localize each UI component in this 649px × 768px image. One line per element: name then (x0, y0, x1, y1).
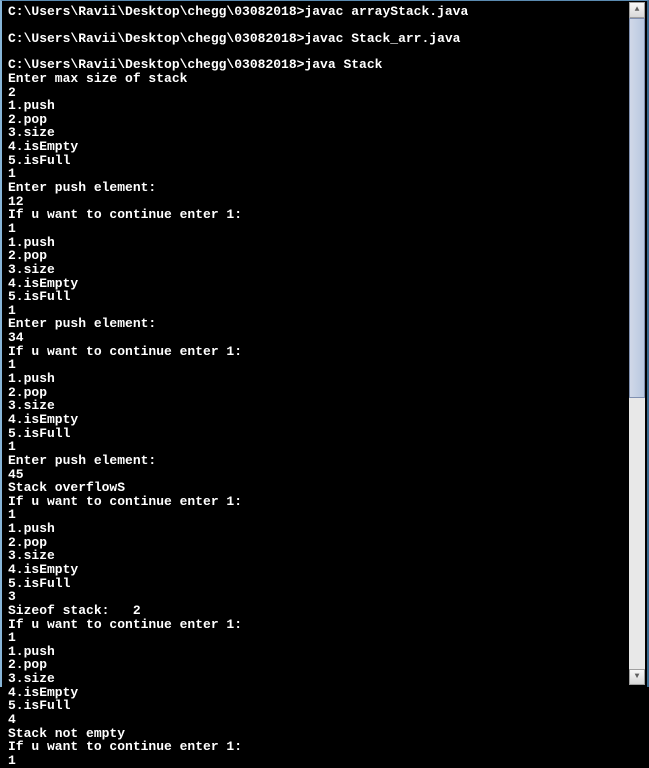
terminal-line: Sizeof stack: 2 (8, 604, 641, 618)
terminal-line: 3.size (8, 263, 641, 277)
terminal-line: If u want to continue enter 1: (8, 618, 641, 632)
terminal-line: 3.size (8, 672, 641, 686)
terminal-line: Enter push element: (8, 317, 641, 331)
terminal-line: 4.isEmpty (8, 140, 641, 154)
scroll-thumb[interactable] (629, 18, 645, 398)
terminal-line: Enter push element: (8, 454, 641, 468)
terminal-line: Stack not empty (8, 727, 641, 741)
scroll-track[interactable] (629, 18, 645, 669)
terminal-line: 2.pop (8, 658, 641, 672)
terminal-line: Stack overflowS (8, 481, 641, 495)
arrow-down-icon: ▼ (635, 673, 640, 681)
terminal-line: 3.size (8, 549, 641, 563)
terminal-line: 4 (8, 713, 641, 727)
terminal-line: 45 (8, 468, 641, 482)
scroll-up-button[interactable]: ▲ (629, 2, 645, 18)
terminal-line: 1 (8, 167, 641, 181)
terminal-line: 2 (8, 86, 641, 100)
terminal-line: 5.isFull (8, 699, 641, 713)
terminal-line: 1 (8, 358, 641, 372)
terminal-line: 1.push (8, 522, 641, 536)
terminal-line: 1 (8, 754, 641, 768)
terminal-line: 34 (8, 331, 641, 345)
terminal-line: 5.isFull (8, 577, 641, 591)
terminal-line: 4.isEmpty (8, 563, 641, 577)
terminal-line: 2.pop (8, 113, 641, 127)
terminal-line: 1.push (8, 236, 641, 250)
terminal-line: If u want to continue enter 1: (8, 495, 641, 509)
terminal-line: 1 (8, 222, 641, 236)
terminal-line: C:\Users\Ravii\Desktop\chegg\03082018>ja… (8, 32, 641, 46)
terminal-line: 12 (8, 195, 641, 209)
vertical-scrollbar[interactable]: ▲ ▼ (629, 2, 645, 685)
terminal-line: 4.isEmpty (8, 413, 641, 427)
terminal-line: 2.pop (8, 249, 641, 263)
terminal-line: C:\Users\Ravii\Desktop\chegg\03082018>ja… (8, 58, 641, 72)
blank-line (8, 19, 641, 32)
terminal-line: 4.isEmpty (8, 277, 641, 291)
terminal-line: 3 (8, 590, 641, 604)
terminal-line: 3.size (8, 399, 641, 413)
terminal-line: 3.size (8, 126, 641, 140)
terminal-line: 1 (8, 304, 641, 318)
terminal-line: Enter push element: (8, 181, 641, 195)
terminal-line: If u want to continue enter 1: (8, 740, 641, 754)
terminal-line: 1 (8, 631, 641, 645)
terminal-output[interactable]: C:\Users\Ravii\Desktop\chegg\03082018>ja… (8, 5, 641, 768)
terminal-line: 1.push (8, 372, 641, 386)
scroll-down-button[interactable]: ▼ (629, 669, 645, 685)
terminal-line: 2.pop (8, 386, 641, 400)
terminal-line: 5.isFull (8, 427, 641, 441)
terminal-line: 1.push (8, 99, 641, 113)
terminal-line: C:\Users\Ravii\Desktop\chegg\03082018>ja… (8, 5, 641, 19)
terminal-line: Enter max size of stack (8, 72, 641, 86)
terminal-line: 1 (8, 440, 641, 454)
terminal-line: 1 (8, 508, 641, 522)
terminal-line: If u want to continue enter 1: (8, 208, 641, 222)
arrow-up-icon: ▲ (635, 6, 640, 14)
terminal-line: 5.isFull (8, 154, 641, 168)
terminal-line: 5.isFull (8, 290, 641, 304)
terminal-line: 1.push (8, 645, 641, 659)
terminal-line: 4.isEmpty (8, 686, 641, 700)
terminal-line: 2.pop (8, 536, 641, 550)
terminal-line: If u want to continue enter 1: (8, 345, 641, 359)
